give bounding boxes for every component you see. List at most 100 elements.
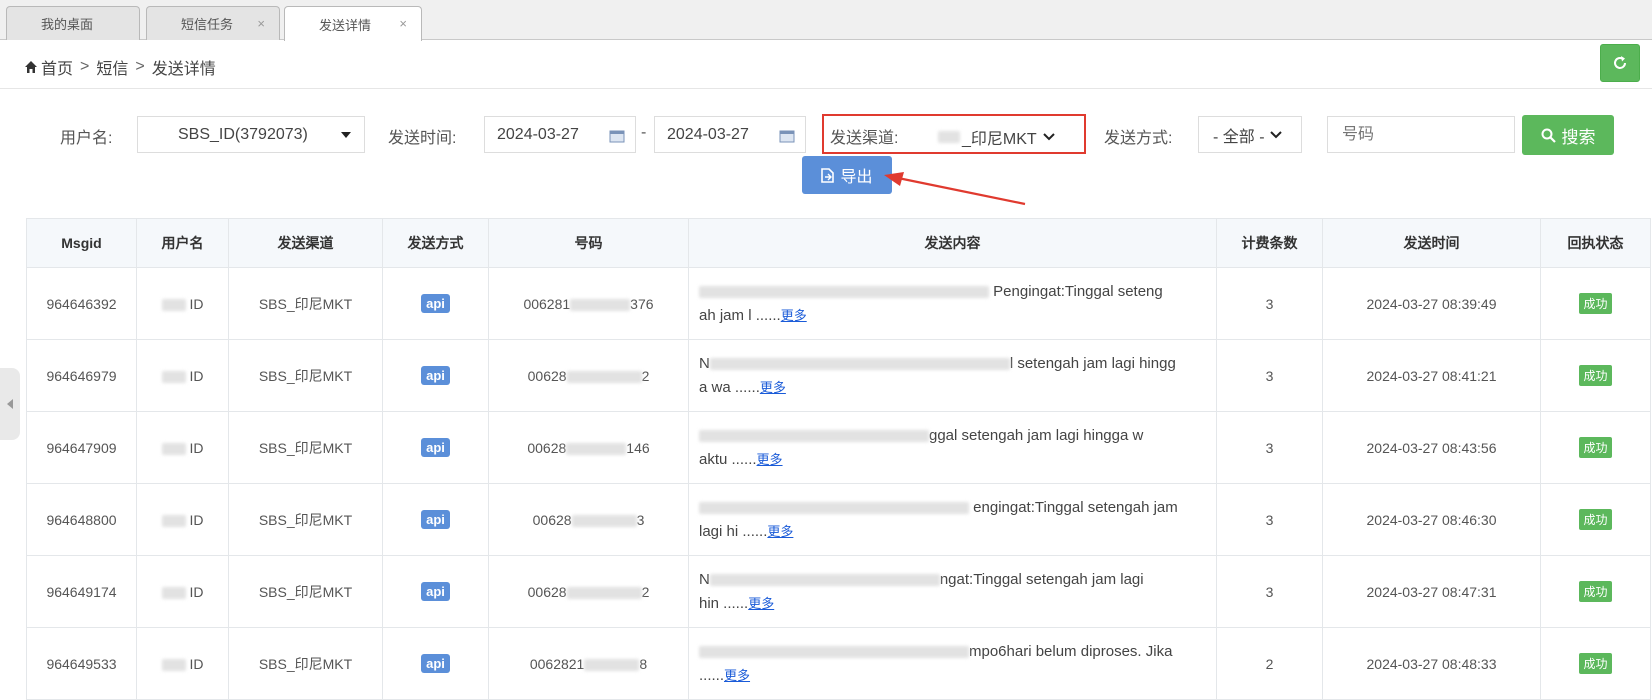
count-cell: 3 bbox=[1216, 339, 1323, 412]
redacted-text bbox=[161, 586, 186, 599]
count-cell: 3 bbox=[1216, 555, 1323, 628]
user-cell: ID bbox=[136, 339, 229, 412]
time-cell: 2024-03-27 08:41:21 bbox=[1322, 339, 1541, 412]
method-cell: api bbox=[382, 627, 489, 700]
redacted-text bbox=[699, 429, 929, 442]
date-from-input[interactable]: 2024-03-27 bbox=[484, 116, 636, 153]
user-value: ID bbox=[189, 367, 204, 384]
time-cell: 2024-03-27 08:46:30 bbox=[1322, 483, 1541, 556]
count-cell: 3 bbox=[1216, 411, 1323, 484]
method-badge: api bbox=[421, 582, 450, 601]
date-to-value: 2024-03-27 bbox=[667, 125, 749, 143]
channel-cell: SBS_印尼MKT bbox=[228, 339, 383, 412]
refresh-button[interactable] bbox=[1600, 44, 1640, 82]
export-button[interactable]: 导出 bbox=[802, 156, 892, 194]
caret-down-icon bbox=[341, 132, 351, 138]
tab-send-details[interactable]: 发送详情 × bbox=[284, 6, 422, 41]
home-icon bbox=[25, 61, 37, 73]
sidebar-toggle[interactable] bbox=[0, 368, 20, 440]
breadcrumb-sms[interactable]: 短信 bbox=[96, 55, 128, 79]
redacted-text bbox=[566, 370, 642, 383]
number-prefix: 00628 bbox=[527, 583, 567, 600]
breadcrumb-home[interactable]: 首页 bbox=[41, 55, 73, 79]
user-cell: ID bbox=[136, 411, 229, 484]
chevron-down-icon bbox=[1269, 130, 1282, 138]
breadcrumb: 首页 > 短信 > 发送详情 bbox=[24, 55, 216, 79]
content-cell: ggal setengah jam lagi hingga w aktu ...… bbox=[688, 411, 1217, 484]
date-from-value: 2024-03-27 bbox=[497, 125, 579, 143]
tab-my-desktop[interactable]: 我的桌面 bbox=[6, 6, 140, 40]
content-text: ...... bbox=[699, 666, 725, 684]
number-input-field[interactable] bbox=[1342, 125, 1502, 144]
more-link[interactable]: 更多 bbox=[757, 452, 783, 467]
method-cell: api bbox=[382, 555, 489, 628]
msgid-cell: 964646979 bbox=[26, 339, 137, 412]
number-input[interactable] bbox=[1327, 116, 1515, 153]
status-badge: 成功 bbox=[1579, 653, 1612, 674]
status-badge: 成功 bbox=[1579, 293, 1612, 314]
channel-cell: SBS_印尼MKT bbox=[228, 411, 383, 484]
redacted-text bbox=[699, 501, 969, 514]
number-suffix: 376 bbox=[630, 295, 654, 312]
username-value: SBS_ID(3792073) bbox=[178, 125, 308, 143]
close-icon[interactable]: × bbox=[399, 16, 407, 31]
tab-sms-task[interactable]: 短信任务 × bbox=[146, 6, 280, 40]
close-icon[interactable]: × bbox=[257, 16, 265, 31]
status-cell: 成功 bbox=[1540, 267, 1651, 340]
redacted-text bbox=[161, 658, 186, 671]
msgid-cell: 964648800 bbox=[26, 483, 137, 556]
date-range-dash: - bbox=[641, 124, 647, 141]
table-row: 964648800 ID SBS_印尼MKT api 00628 3 enging… bbox=[26, 483, 1651, 556]
method-badge: api bbox=[421, 510, 450, 529]
time-cell: 2024-03-27 08:39:49 bbox=[1322, 267, 1541, 340]
more-link[interactable]: 更多 bbox=[748, 596, 774, 611]
date-to-input[interactable]: 2024-03-27 bbox=[654, 116, 806, 153]
username-label: 用户名: bbox=[60, 130, 113, 147]
msgid-cell: 964646392 bbox=[26, 267, 137, 340]
count-cell: 3 bbox=[1216, 267, 1323, 340]
msgid-cell: 964649174 bbox=[26, 555, 137, 628]
method-cell: api bbox=[382, 411, 489, 484]
method-cell: api bbox=[382, 339, 489, 412]
table-row: 964647909 ID SBS_印尼MKT api 00628 146 ggal… bbox=[26, 411, 1651, 484]
search-button[interactable]: 搜索 bbox=[1522, 115, 1614, 155]
user-value: ID bbox=[189, 295, 204, 312]
more-link[interactable]: 更多 bbox=[767, 524, 793, 539]
number-cell: 006281 376 bbox=[488, 267, 689, 340]
content-text: N bbox=[699, 570, 710, 588]
status-cell: 成功 bbox=[1540, 411, 1651, 484]
breadcrumb-bar: 首页 > 短信 > 发送详情 bbox=[0, 40, 1652, 89]
breadcrumb-separator: > bbox=[135, 58, 145, 75]
table-header-row: Msgid 用户名 发送渠道 发送方式 号码 发送内容 计费条数 发送时间 回执… bbox=[26, 218, 1651, 268]
number-suffix: 8 bbox=[639, 655, 648, 672]
method-badge: api bbox=[421, 438, 450, 457]
method-cell: api bbox=[382, 267, 489, 340]
table-row: 964649174 ID SBS_印尼MKT api 00628 2 Nngat:… bbox=[26, 555, 1651, 628]
user-value: ID bbox=[189, 511, 204, 528]
method-badge: api bbox=[421, 294, 450, 313]
more-link[interactable]: 更多 bbox=[724, 668, 750, 683]
status-cell: 成功 bbox=[1540, 555, 1651, 628]
user-cell: ID bbox=[136, 483, 229, 556]
content-text: hin ...... bbox=[699, 594, 749, 612]
channel-cell: SBS_印尼MKT bbox=[228, 267, 383, 340]
content-cell: mpo6hari belum diproses. Jika ......更多 bbox=[688, 627, 1217, 700]
content-text: N bbox=[699, 354, 710, 372]
send-method-select[interactable]: - 全部 - bbox=[1198, 116, 1302, 153]
more-link[interactable]: 更多 bbox=[781, 308, 807, 323]
redacted-text bbox=[570, 298, 631, 311]
search-label: 搜索 bbox=[1561, 127, 1596, 147]
annotation-arrow bbox=[884, 172, 1026, 206]
send-method-label: 发送方式: bbox=[1104, 130, 1173, 147]
redacted-text bbox=[161, 370, 186, 383]
redacted-text bbox=[709, 573, 940, 586]
column-header: 回执状态 bbox=[1540, 218, 1651, 268]
time-cell: 2024-03-27 08:47:31 bbox=[1322, 555, 1541, 628]
breadcrumb-separator: > bbox=[80, 58, 90, 75]
send-method-value: - 全部 - bbox=[1213, 128, 1265, 146]
more-link[interactable]: 更多 bbox=[760, 380, 786, 395]
status-badge: 成功 bbox=[1579, 365, 1612, 386]
username-select[interactable]: SBS_ID(3792073) bbox=[137, 116, 365, 153]
number-suffix: 2 bbox=[641, 583, 650, 600]
number-prefix: 00628 bbox=[532, 511, 572, 528]
